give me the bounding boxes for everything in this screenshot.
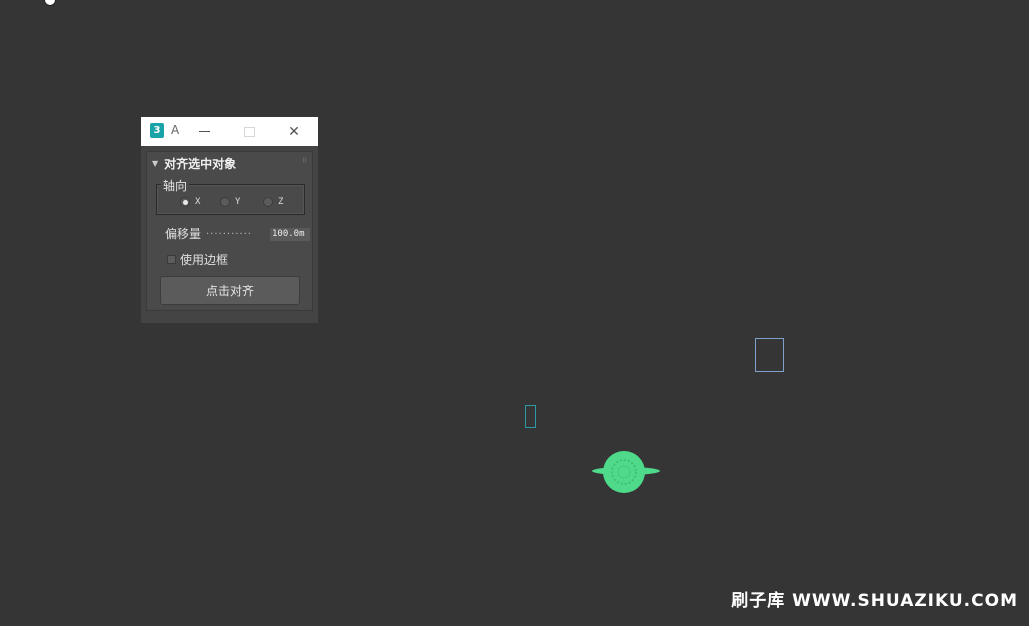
- radio-y-label: Y: [235, 197, 241, 207]
- use-bbox-checkbox[interactable]: 使用边框: [167, 251, 228, 268]
- title-bar[interactable]: 3 A ✕: [141, 117, 318, 146]
- radio-x-indicator: [180, 197, 190, 207]
- checkbox-box: [167, 255, 176, 264]
- radio-y[interactable]: Y: [220, 197, 240, 207]
- maximize-button[interactable]: [235, 117, 263, 146]
- rollout-panel: ▼ 对齐选中对象 ⠿ 轴向 X Y Z 偏移量 ........... 100.…: [146, 151, 313, 311]
- close-button[interactable]: ✕: [280, 117, 308, 146]
- axis-group: 轴向 X Y Z: [156, 177, 305, 215]
- offset-leader-dots: ...........: [206, 226, 252, 237]
- minimize-icon: [198, 131, 210, 132]
- close-icon: ✕: [288, 123, 300, 140]
- offset-spinner-field[interactable]: 100.0m: [270, 228, 310, 241]
- scene-object-box-small[interactable]: [525, 405, 536, 428]
- click-align-button[interactable]: 点击对齐: [160, 276, 300, 305]
- radio-y-indicator: [220, 197, 230, 207]
- selected-green-object[interactable]: [591, 449, 661, 495]
- viewport[interactable]: 3 A ✕ ▼ 对齐选中对象 ⠿ 轴向 X Y Z 偏移量 ..........…: [0, 0, 1029, 626]
- rollout-header[interactable]: ▼ 对齐选中对象: [152, 155, 236, 171]
- maximize-icon: [243, 126, 255, 137]
- grip-icon[interactable]: ⠿: [302, 157, 307, 165]
- cursor-icon: [44, 0, 56, 6]
- radio-z[interactable]: Z: [263, 197, 283, 207]
- green-object-body: [603, 451, 645, 493]
- use-bbox-label: 使用边框: [180, 253, 229, 267]
- app-3dsmax-icon: 3: [150, 123, 164, 138]
- collapse-arrow-icon: ▼: [152, 158, 159, 168]
- align-dialog: 3 A ✕ ▼ 对齐选中对象 ⠿ 轴向 X Y Z 偏移量 ..........…: [141, 117, 318, 323]
- axis-group-label: 轴向: [161, 177, 190, 194]
- radio-x[interactable]: X: [180, 197, 200, 207]
- window-title: A: [171, 123, 180, 137]
- watermark: 刷子库 WWW.SHUAZIKU.COM: [731, 591, 1018, 611]
- radio-x-label: X: [195, 197, 201, 207]
- radio-z-label: Z: [278, 197, 284, 207]
- rollout-title: 对齐选中对象: [164, 156, 237, 171]
- scene-object-box-large[interactable]: [755, 338, 784, 372]
- offset-label: 偏移量: [165, 227, 202, 241]
- radio-z-indicator: [263, 197, 273, 207]
- minimize-button[interactable]: [190, 117, 218, 146]
